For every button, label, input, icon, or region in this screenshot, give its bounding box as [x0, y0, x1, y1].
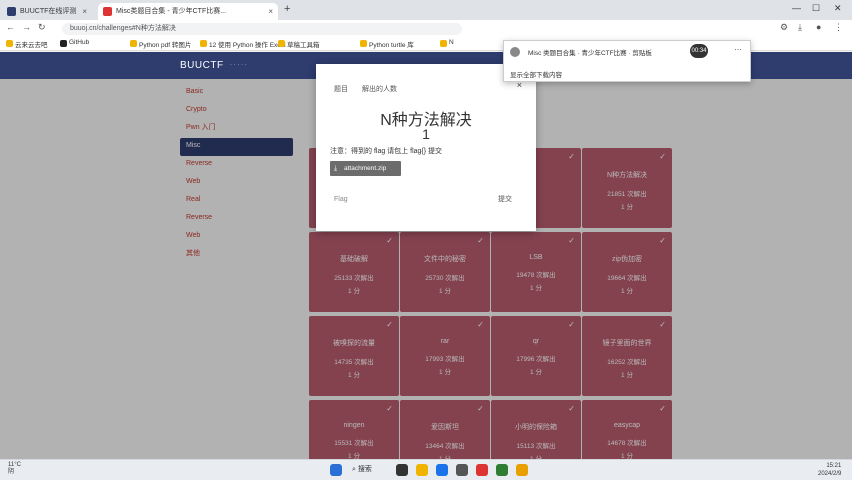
weather-desc: 阴 — [8, 469, 15, 475]
extensions-icon[interactable]: ⚙ — [780, 22, 788, 33]
site-nav[interactable]: · · · · · — [230, 62, 247, 68]
file-explorer-icon[interactable] — [416, 464, 428, 476]
maximize-icon[interactable]: ☐ — [812, 3, 820, 14]
taskbar: 11°C 阴 ⌕ 搜索 15:21 2024/2/9 — [0, 459, 852, 480]
browser-tab[interactable]: BUUCTF在线评测 × — [2, 3, 92, 20]
app-icon[interactable] — [456, 464, 468, 476]
flag-input[interactable]: Flag — [330, 192, 510, 208]
challenge-modal: 题目 解出的人数 × N种方法解决 1 注意：得到的 flag 请包上 flag… — [316, 64, 536, 231]
menu-icon[interactable]: ⋮ — [834, 22, 843, 33]
challenge-points: 1 — [422, 126, 430, 142]
new-tab-icon[interactable]: + — [284, 3, 290, 15]
site-logo[interactable]: BUUCTF — [180, 60, 224, 71]
weather-widget[interactable]: 11°C 阴 — [8, 462, 21, 476]
url-input[interactable]: buuoj.cn/challenges#N种方法解决 — [62, 23, 462, 35]
profile-icon[interactable]: ● — [816, 22, 821, 32]
close-tab-icon[interactable]: × — [82, 3, 87, 20]
search-box[interactable]: ⌕ 搜索 — [352, 464, 388, 476]
bookmark-item[interactable]: Python turtle 库 — [360, 39, 414, 49]
challenge-description: 注意：得到的 flag 请包上 flag{} 提交 — [330, 148, 443, 155]
site-favicon-icon — [103, 7, 112, 16]
bookmark-item[interactable]: N — [440, 39, 454, 47]
bookmark-icon — [360, 40, 367, 47]
bookmark-item[interactable]: 云来云去吧 — [6, 39, 48, 49]
download-label: attachment.zip — [344, 165, 387, 172]
bookmark-icon — [200, 40, 207, 47]
edge-icon[interactable] — [436, 464, 448, 476]
task-view-icon[interactable] — [396, 464, 408, 476]
weather-temp: 11°C — [8, 462, 21, 468]
app-icon[interactable] — [496, 464, 508, 476]
tab-strip: BUUCTF在线评测 × Misc类题目合集 - 青少年CTF比赛... × +… — [0, 0, 852, 20]
bookmark-item[interactable]: 12 使用 Python 操作 Excel — [200, 39, 286, 49]
forward-icon[interactable]: → — [22, 22, 31, 32]
close-tab-icon[interactable]: × — [268, 3, 273, 20]
bookmark-icon — [278, 40, 285, 47]
tab-label: Misc类题目合集 - 青少年CTF比赛... — [116, 8, 227, 15]
download-button[interactable]: ⤓ attachment.zip — [330, 161, 401, 176]
modal-tabs: 题目 解出的人数 — [334, 84, 409, 94]
minimize-icon[interactable]: — — [792, 3, 801, 13]
site-favicon-icon — [7, 7, 16, 16]
start-icon[interactable] — [330, 464, 342, 476]
file-icon — [510, 47, 520, 57]
bookmark-item[interactable]: GitHub — [60, 39, 89, 47]
submit-button[interactable]: 提交 — [498, 192, 512, 208]
chrome-icon[interactable] — [516, 464, 528, 476]
download-popup: Misc 类题目合集 · 青少年CTF比赛 · 剪贴板 00:34 ⋯ 显示全部… — [503, 40, 751, 82]
downloads-icon[interactable]: ⤓ — [798, 22, 802, 33]
bookmark-icon — [440, 40, 447, 47]
bookmark-icon — [6, 40, 13, 47]
github-icon — [60, 40, 67, 47]
search-label: 搜索 — [357, 466, 372, 473]
back-icon[interactable]: ← — [6, 22, 15, 32]
address-bar-row: ← → ↻ buuoj.cn/challenges#N种方法解决 ⚙ ⤓ ● ⋮ — [0, 20, 852, 37]
tab-challenge[interactable]: 题目 — [334, 86, 348, 93]
bookmark-icon — [130, 40, 137, 47]
app-icon[interactable] — [476, 464, 488, 476]
show-all-downloads-link[interactable]: 显示全部下载内容 — [510, 69, 562, 79]
popup-title: Misc 类题目合集 · 青少年CTF比赛 · 剪贴板 — [528, 50, 652, 57]
download-timer: 00:34 — [690, 44, 708, 58]
system-clock[interactable]: 15:21 2024/2/9 — [818, 462, 841, 478]
clock-time: 15:21 — [826, 463, 842, 469]
tab-label: BUUCTF在线评测 — [20, 8, 77, 15]
browser-tab-active[interactable]: Misc类题目合集 - 青少年CTF比赛... × — [98, 3, 278, 20]
close-popup-icon[interactable]: ⋯ — [734, 45, 742, 54]
download-icon: ⤓ — [334, 165, 338, 172]
reload-icon[interactable]: ↻ — [38, 22, 46, 33]
tab-solves[interactable]: 解出的人数 — [362, 86, 397, 93]
close-window-icon[interactable]: ✕ — [834, 3, 842, 14]
bookmark-item[interactable]: 草稿工具箱 — [278, 39, 320, 49]
bookmark-item[interactable]: Python pdf 转图片 — [130, 39, 191, 49]
clock-date: 2024/2/9 — [818, 471, 842, 477]
